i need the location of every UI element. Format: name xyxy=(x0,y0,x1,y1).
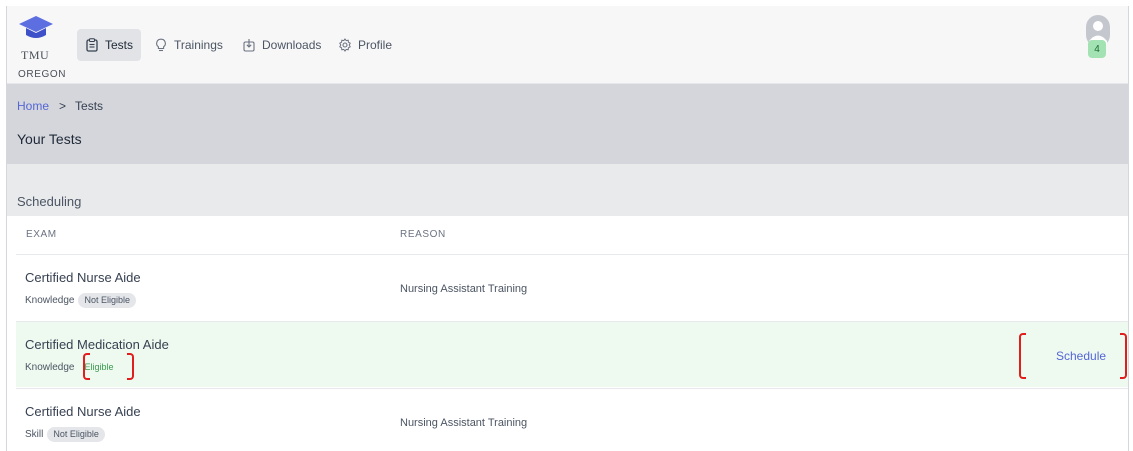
status-badge: Not Eligible xyxy=(78,293,137,308)
table-row: Certified Nurse Aide Knowledge Not Eligi… xyxy=(16,254,1128,320)
app-frame: TMU OREGON Tests Trainings Downloads Pro… xyxy=(6,6,1129,451)
breadcrumb-separator: > xyxy=(59,99,67,113)
page-title: Your Tests xyxy=(17,131,82,147)
nav-trainings-label: Trainings xyxy=(174,38,223,52)
exam-name: Certified Nurse Aide xyxy=(25,404,141,419)
section-title: Scheduling xyxy=(17,194,82,209)
exam-type: Knowledge xyxy=(25,362,75,373)
logo[interactable]: TMU OREGON xyxy=(15,14,67,80)
breadcrumb-home-link[interactable]: Home xyxy=(17,99,49,113)
gear-icon xyxy=(339,38,351,52)
highlight-bracket-left xyxy=(1019,333,1026,379)
reason-text: Nursing Assistant Training xyxy=(400,417,528,429)
highlight-bracket-right xyxy=(1120,333,1127,379)
nav-profile-label: Profile xyxy=(358,38,393,52)
breadcrumb: Home > Tests xyxy=(17,99,103,113)
breadcrumb-current: Tests xyxy=(75,99,104,113)
nav-downloads[interactable]: Downloads xyxy=(234,29,329,61)
table-row: Certified Medication Aide Knowledge Elig… xyxy=(16,321,1128,387)
nav-downloads-label: Downloads xyxy=(262,38,322,52)
highlight-bracket-right xyxy=(127,353,134,380)
nav-tests[interactable]: Tests xyxy=(77,29,142,61)
clipboard-icon xyxy=(86,38,98,52)
exam-type: Skill xyxy=(25,429,44,440)
exam-meta: Knowledge Eligible xyxy=(25,360,120,375)
exam-name: Certified Nurse Aide xyxy=(25,270,141,285)
table-row: Certified Nurse Aide Skill Not Eligible … xyxy=(16,388,1128,451)
lightbulb-icon xyxy=(156,38,166,52)
logo-text: TMU xyxy=(21,48,50,62)
column-header-exam: EXAM xyxy=(26,229,57,240)
user-avatar[interactable]: 4 xyxy=(1085,14,1111,60)
section-band xyxy=(7,164,1128,216)
notification-badge: 4 xyxy=(1088,40,1106,58)
reason-text: Nursing Assistant Training xyxy=(400,283,528,295)
header-band xyxy=(7,84,1128,164)
tests-table: EXAM REASON Certified Nurse Aide Knowled… xyxy=(16,216,1128,451)
nav-profile[interactable]: Profile xyxy=(330,29,400,61)
graduation-cap-icon xyxy=(19,16,53,38)
exam-meta: Skill Not Eligible xyxy=(25,427,105,442)
logo-subtext: OREGON xyxy=(18,69,67,80)
download-icon xyxy=(243,39,255,52)
nav-trainings[interactable]: Trainings xyxy=(146,29,231,61)
exam-name: Certified Medication Aide xyxy=(25,337,169,352)
exam-meta: Knowledge Not Eligible xyxy=(25,293,137,308)
nav-tests-label: Tests xyxy=(105,38,134,52)
exam-type: Knowledge xyxy=(25,295,75,306)
top-navigation: TMU OREGON Tests Trainings Downloads Pro… xyxy=(7,6,1128,84)
column-header-reason: REASON xyxy=(400,229,446,240)
highlight-bracket-left xyxy=(83,353,90,380)
status-badge: Not Eligible xyxy=(47,427,105,442)
schedule-button[interactable]: Schedule xyxy=(1056,349,1106,363)
